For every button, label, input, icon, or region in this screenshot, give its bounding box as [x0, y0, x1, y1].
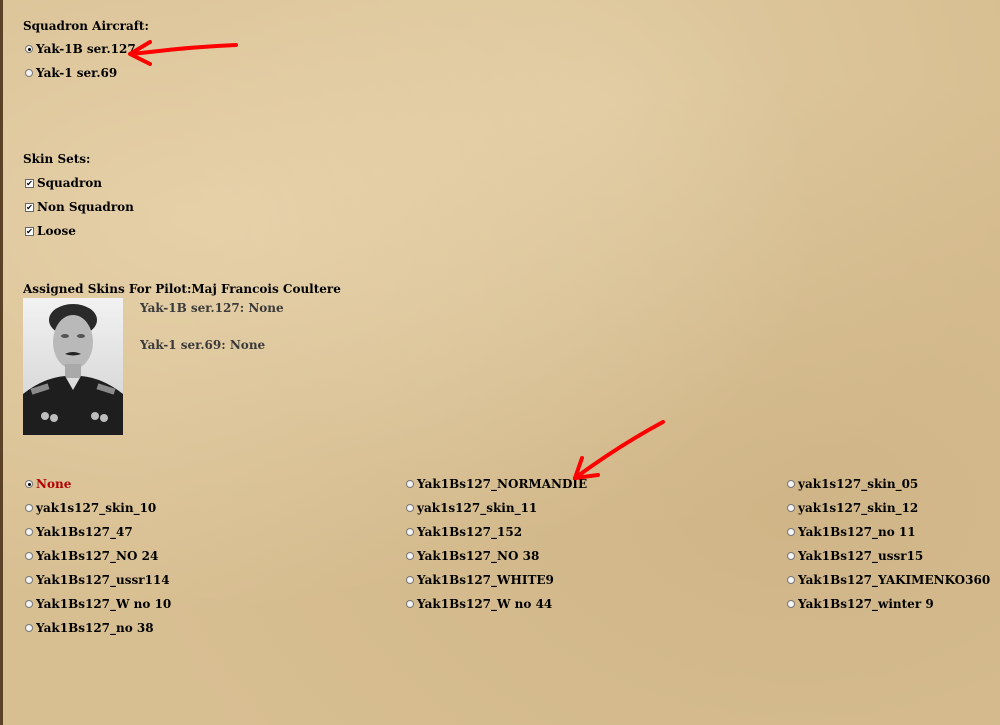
red-arrow-icon — [128, 40, 238, 66]
red-arrow-icon — [573, 420, 665, 480]
annotation-arrows — [128, 40, 665, 480]
